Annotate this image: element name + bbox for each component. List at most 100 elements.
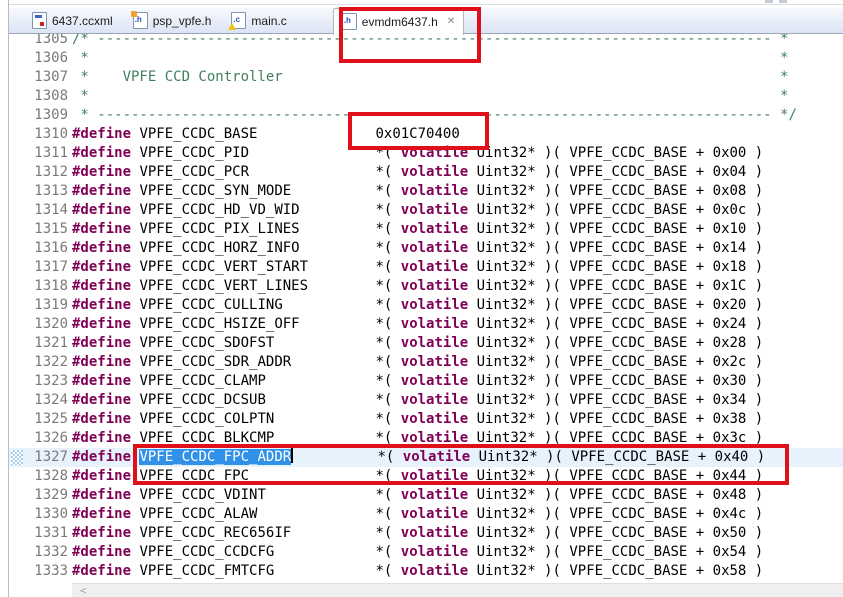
annotation-ruler[interactable] [9, 182, 27, 201]
code-token: Uint32* )( VPFE_CCDC_BASE + 0x08 ) [468, 183, 764, 199]
code-line-1307[interactable]: 1307 * VPFE CCD Controller * [9, 68, 843, 87]
code-token: VPFE_CCDC_HSIZE_OFF [139, 316, 376, 332]
horizontal-scrollbar[interactable]: < [72, 583, 843, 597]
annotation-ruler[interactable] [9, 524, 27, 543]
line-number: 1317 [34, 259, 68, 275]
code-token: #define [72, 240, 132, 256]
code-line-1330[interactable]: 1330 #define VPFE_CCDC_ALAW *( volatile U… [9, 505, 843, 524]
annotation-ruler[interactable] [9, 68, 27, 87]
warning-overlay-icon [228, 23, 237, 30]
tab-6437-ccxml[interactable]: 6437.ccxml [22, 8, 123, 33]
code-line-1328[interactable]: 1328 #define VPFE_CCDC_FPC *( volatile Ui… [9, 467, 843, 486]
annotation-ruler[interactable] [9, 239, 27, 258]
code-token: * VPFE CCD Controller * [72, 69, 789, 85]
tab-psp-vpfe-h[interactable]: .h psp_vpfe.h [123, 8, 222, 33]
annotation-ruler[interactable] [9, 486, 27, 505]
code-line-1317[interactable]: 1317 #define VPFE_CCDC_VERT_START *( vola… [9, 258, 843, 277]
code-token: #define [72, 316, 132, 332]
code-line-1313[interactable]: 1313 #define VPFE_CCDC_SYN_MODE *( volati… [9, 182, 843, 201]
occurrence-marker-icon [11, 450, 23, 465]
annotation-ruler[interactable] [9, 106, 27, 125]
annotation-ruler[interactable] [9, 258, 27, 277]
code-line-1324[interactable]: 1324 #define VPFE_CCDC_DCSUB *( volatile … [9, 391, 843, 410]
code-token: *( [375, 373, 401, 389]
code-line-1312[interactable]: 1312 #define VPFE_CCDC_PCR *( volatile Ui… [9, 163, 843, 182]
code-line-1315[interactable]: 1315 #define VPFE_CCDC_PIX_LINES *( volat… [9, 220, 843, 239]
code-line-1331[interactable]: 1331 #define VPFE_CCDC_REC656IF *( volati… [9, 524, 843, 543]
code-token: *( [375, 183, 401, 199]
annotation-ruler[interactable] [9, 410, 27, 429]
annotation-ruler[interactable] [9, 562, 27, 581]
code-line-1329[interactable]: 1329 #define VPFE_CCDC_VDINT *( volatile … [9, 486, 843, 505]
top-strip-divider [9, 4, 843, 5]
annotation-ruler[interactable] [9, 144, 27, 163]
code-line-1310[interactable]: 1310 #define VPFE_CCDC_BASE 0x01C70400 [9, 125, 843, 144]
code-line-1325[interactable]: 1325 #define VPFE_CCDC_COLPTN *( volatile… [9, 410, 843, 429]
code-line-1309[interactable]: 1309 * ---------------------------------… [9, 106, 843, 125]
annotation-ruler[interactable] [9, 372, 27, 391]
code-token: VPFE_CCDC_VDINT [139, 487, 376, 503]
annotation-ruler[interactable] [9, 201, 27, 220]
tab-evmdm6437-h[interactable]: .h evmdm6437.h ✕ [332, 7, 465, 35]
code-token: VPFE_CCDC_CLAMP [139, 373, 376, 389]
code-token: #define [72, 487, 132, 503]
tab-close-icon[interactable]: ✕ [447, 16, 455, 27]
annotation-ruler[interactable] [9, 505, 27, 524]
annotation-ruler[interactable] [9, 277, 27, 296]
annotation-ruler[interactable] [9, 353, 27, 372]
annotation-ruler[interactable] [9, 334, 27, 353]
annotation-ruler[interactable] [9, 391, 27, 410]
code-line-1306[interactable]: 1306 * * [9, 49, 843, 68]
code-token: * * [72, 88, 789, 104]
code-line-1323[interactable]: 1323 #define VPFE_CCDC_CLAMP *( volatile … [9, 372, 843, 391]
scroll-left-arrow-icon[interactable]: < [80, 584, 87, 597]
code-line-1322[interactable]: 1322 #define VPFE_CCDC_SDR_ADDR *( volati… [9, 353, 843, 372]
code-line-1311[interactable]: 1311 #define VPFE_CCDC_PID *( volatile Ui… [9, 144, 843, 163]
annotation-ruler[interactable] [9, 220, 27, 239]
annotation-ruler[interactable] [9, 163, 27, 182]
code-token: VPFE_CCDC_HD_VD_WID [139, 202, 376, 218]
code-token: #define [72, 354, 132, 370]
code-token: volatile [400, 259, 469, 275]
code-area[interactable]: 1305/* ---------------------------------… [9, 30, 843, 581]
code-line-1326[interactable]: 1326 #define VPFE_CCDC_BLKCMP *( volatile… [9, 429, 843, 448]
code-token: volatile [400, 335, 469, 351]
code-line-1319[interactable]: 1319 #define VPFE_CCDC_CULLING *( volatil… [9, 296, 843, 315]
code-line-1333[interactable]: 1333 #define VPFE_CCDC_FMTCFG *( volatile… [9, 562, 843, 581]
annotation-ruler[interactable] [9, 49, 27, 68]
code-line-1308[interactable]: 1308 * * [9, 87, 843, 106]
code-text: #define VPFE_CCDC_REC656IF *( volatile U… [72, 524, 763, 543]
annotation-ruler[interactable] [9, 296, 27, 315]
code-token: volatile [400, 544, 469, 560]
annotation-ruler[interactable] [9, 429, 27, 448]
h-file-extension: .h [343, 16, 351, 25]
annotation-ruler[interactable] [9, 87, 27, 106]
line-number: 1322 [34, 354, 68, 370]
code-text: #define VPFE_CCDC_SYN_MODE *( volatile U… [72, 182, 763, 201]
annotation-ruler[interactable] [9, 467, 27, 486]
line-number: 1314 [34, 202, 68, 218]
code-token: *( [375, 221, 401, 237]
code-line-1316[interactable]: 1316 #define VPFE_CCDC_HORZ_INFO *( volat… [9, 239, 843, 258]
code-token: Uint32* )( VPFE_CCDC_BASE + 0x18 ) [468, 259, 764, 275]
annotation-ruler[interactable] [9, 315, 27, 334]
code-line-1318[interactable]: 1318 #define VPFE_CCDC_VERT_LINES *( vola… [9, 277, 843, 296]
code-line-1314[interactable]: 1314 #define VPFE_CCDC_HD_VD_WID *( volat… [9, 201, 843, 220]
code-line-1320[interactable]: 1320 #define VPFE_CCDC_HSIZE_OFF *( volat… [9, 315, 843, 334]
code-token: volatile [400, 278, 469, 294]
code-token: #define [72, 544, 132, 560]
tab-main-c[interactable]: .c main.c [221, 8, 296, 33]
code-line-1321[interactable]: 1321 #define VPFE_CCDC_SDOFST *( volatile… [9, 334, 843, 353]
code-token: Uint32* )( VPFE_CCDC_BASE + 0x2c ) [468, 354, 764, 370]
code-token: #define [72, 278, 132, 294]
line-number: 1323 [34, 373, 68, 389]
annotation-ruler[interactable] [9, 543, 27, 562]
target-config-icon [32, 12, 47, 29]
code-line-1332[interactable]: 1332 #define VPFE_CCDC_CCDCFG *( volatile… [9, 543, 843, 562]
code-line-1327[interactable]: 1327 #define VPFE_CCDC_FPC_ADDR *( volati… [9, 448, 843, 467]
annotation-ruler[interactable] [9, 125, 27, 144]
annotation-ruler[interactable] [9, 448, 27, 467]
line-number: 1313 [34, 183, 68, 199]
code-token: Uint32* )( VPFE_CCDC_BASE + 0x0c ) [468, 202, 764, 218]
line-number: 1328 [34, 468, 68, 484]
